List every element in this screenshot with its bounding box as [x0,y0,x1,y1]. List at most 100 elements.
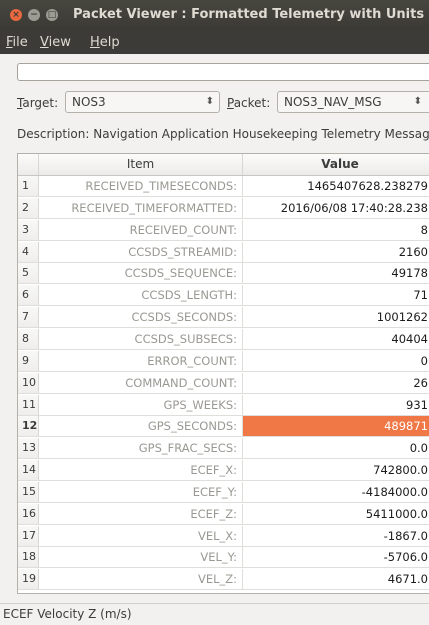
value-cell[interactable]: 0 [243,351,429,371]
packet-select[interactable]: NOS3_NAV_MSG ⬍ [277,91,429,113]
spinner-arrows-icon: ⬍ [413,96,422,107]
table-row[interactable]: 5 CCSDS_SEQUENCE: 49178 [18,263,429,285]
value-cell[interactable]: 742800.0 [243,460,429,480]
item-cell[interactable]: ECEF_Y: [39,481,243,502]
table-row[interactable]: 7 CCSDS_SECONDS: 1001262 [18,307,429,329]
table-row[interactable]: 2 RECEIVED_TIMEFORMATTED: 2016/06/08 17:40… [18,197,429,219]
value-cell[interactable]: 71 [243,285,429,305]
item-cell[interactable]: CCSDS_LENGTH: [39,285,243,306]
value-cell[interactable]: -4184000.0 [243,482,429,502]
row-number[interactable]: 11 [18,394,39,415]
target-label: Target: [17,96,59,110]
table-row[interactable]: 1 RECEIVED_TIMESECONDS: 1465407628.238279 [18,176,429,197]
search-input[interactable] [17,63,429,81]
item-cell[interactable]: GPS_WEEKS: [39,394,243,415]
value-cell[interactable]: 8 [243,220,429,240]
target-select-value: NOS3 [72,95,106,109]
description: Description: Navigation Application Hous… [17,127,429,141]
window-title: Packet Viewer : Formatted Telemetry with… [73,7,425,22]
item-cell[interactable]: RECEIVED_COUNT: [39,219,243,240]
value-cell[interactable]: 931 [243,395,429,415]
row-number[interactable]: 12 [18,416,39,437]
row-number[interactable]: 13 [18,438,39,459]
row-number[interactable]: 17 [18,525,39,546]
row-number[interactable]: 18 [18,547,39,568]
item-column-header[interactable]: Item [39,154,243,175]
value-cell[interactable]: -1867.0 [243,526,429,546]
row-number[interactable]: 6 [18,285,39,306]
menu-file[interactable]: File [6,35,28,50]
table-row[interactable]: 9 ERROR_COUNT: 0 [18,350,429,372]
table-row[interactable]: 4 CCSDS_STREAMID: 2160 [18,241,429,263]
row-number[interactable]: 2 [18,197,39,218]
row-number[interactable]: 15 [18,481,39,502]
table-row[interactable]: 12 GPS_SECONDS: 489871 [18,416,429,438]
row-number[interactable]: 10 [18,372,39,393]
corner-header[interactable] [18,154,39,175]
description-label: Description: [17,127,90,141]
minimize-icon[interactable]: − [28,9,40,21]
close-icon[interactable]: × [10,9,22,21]
row-number[interactable]: 7 [18,307,39,328]
row-number[interactable]: 9 [18,350,39,371]
telemetry-table: Item Value 1 RECEIVED_TIMESECONDS: 1465407… [17,153,429,594]
title-bar: × − □ Packet Viewer : Formatted Telemetr… [0,0,429,30]
row-number[interactable]: 4 [18,241,39,262]
status-bar: ECEF Velocity Z (m/s) [0,603,429,624]
row-number[interactable]: 8 [18,328,39,349]
item-cell[interactable]: GPS_SECONDS: [39,416,243,437]
item-cell[interactable]: CCSDS_SECONDS: [39,307,243,328]
table-row[interactable]: 11 GPS_WEEKS: 931 [18,394,429,416]
table-row[interactable]: 15 ECEF_Y: -4184000.0 [18,481,429,503]
item-cell[interactable]: ERROR_COUNT: [39,350,243,371]
row-number[interactable]: 19 [18,569,39,590]
value-cell[interactable]: 1465407628.238279 [243,176,429,196]
item-cell[interactable]: CCSDS_STREAMID: [39,241,243,262]
table-header: Item Value [18,154,429,176]
row-number[interactable]: 14 [18,460,39,481]
item-cell[interactable]: CCSDS_SEQUENCE: [39,263,243,284]
value-cell[interactable]: 2016/06/08 17:40:28.238 [243,198,429,218]
item-cell[interactable]: VEL_Y: [39,547,243,568]
value-cell[interactable]: 1001262 [243,307,429,327]
menu-help[interactable]: Help [90,35,120,50]
item-cell[interactable]: COMMAND_COUNT: [39,372,243,393]
value-cell[interactable]: 0.0 [243,438,429,458]
item-cell[interactable]: ECEF_Z: [39,503,243,524]
row-number[interactable]: 16 [18,503,39,524]
value-cell[interactable]: -5706.0 [243,547,429,567]
table-row[interactable]: 17 VEL_X: -1867.0 [18,525,429,547]
packet-select-value: NOS3_NAV_MSG [284,95,382,109]
table-row[interactable]: 16 ECEF_Z: 5411000.0 [18,503,429,525]
menu-view[interactable]: View [40,35,71,50]
value-cell[interactable]: 40404 [243,329,429,349]
table-row[interactable]: 10 COMMAND_COUNT: 26 [18,372,429,394]
table-row[interactable]: 8 CCSDS_SUBSECS: 40404 [18,328,429,350]
value-cell[interactable]: 5411000.0 [243,504,429,524]
row-number[interactable]: 3 [18,219,39,240]
target-select[interactable]: NOS3 ⬍ [65,91,220,113]
item-cell[interactable]: RECEIVED_TIMESECONDS: [39,176,243,196]
table-row[interactable]: 18 VEL_Y: -5706.0 [18,547,429,569]
item-cell[interactable]: CCSDS_SUBSECS: [39,328,243,349]
table-row[interactable]: 14 ECEF_X: 742800.0 [18,460,429,482]
table-row[interactable]: 19 VEL_Z: 4671.0 [18,569,429,591]
item-cell[interactable]: RECEIVED_TIMEFORMATTED: [39,197,243,218]
item-cell[interactable]: VEL_X: [39,525,243,546]
item-cell[interactable]: VEL_Z: [39,569,243,590]
row-number[interactable]: 1 [18,176,39,196]
table-row[interactable]: 13 GPS_FRAC_SECS: 0.0 [18,438,429,460]
value-cell[interactable]: 2160 [243,242,429,262]
value-cell[interactable]: 49178 [243,263,429,283]
maximize-icon[interactable]: □ [46,9,58,21]
value-column-header[interactable]: Value [243,154,429,175]
value-cell[interactable]: 26 [243,373,429,393]
item-cell[interactable]: GPS_FRAC_SECS: [39,438,243,459]
value-cell[interactable]: 489871 [243,416,429,437]
value-cell[interactable]: 4671.0 [243,569,429,589]
menu-bar: File View Help [0,30,429,54]
row-number[interactable]: 5 [18,263,39,284]
table-row[interactable]: 3 RECEIVED_COUNT: 8 [18,219,429,241]
item-cell[interactable]: ECEF_X: [39,460,243,481]
table-row[interactable]: 6 CCSDS_LENGTH: 71 [18,285,429,307]
